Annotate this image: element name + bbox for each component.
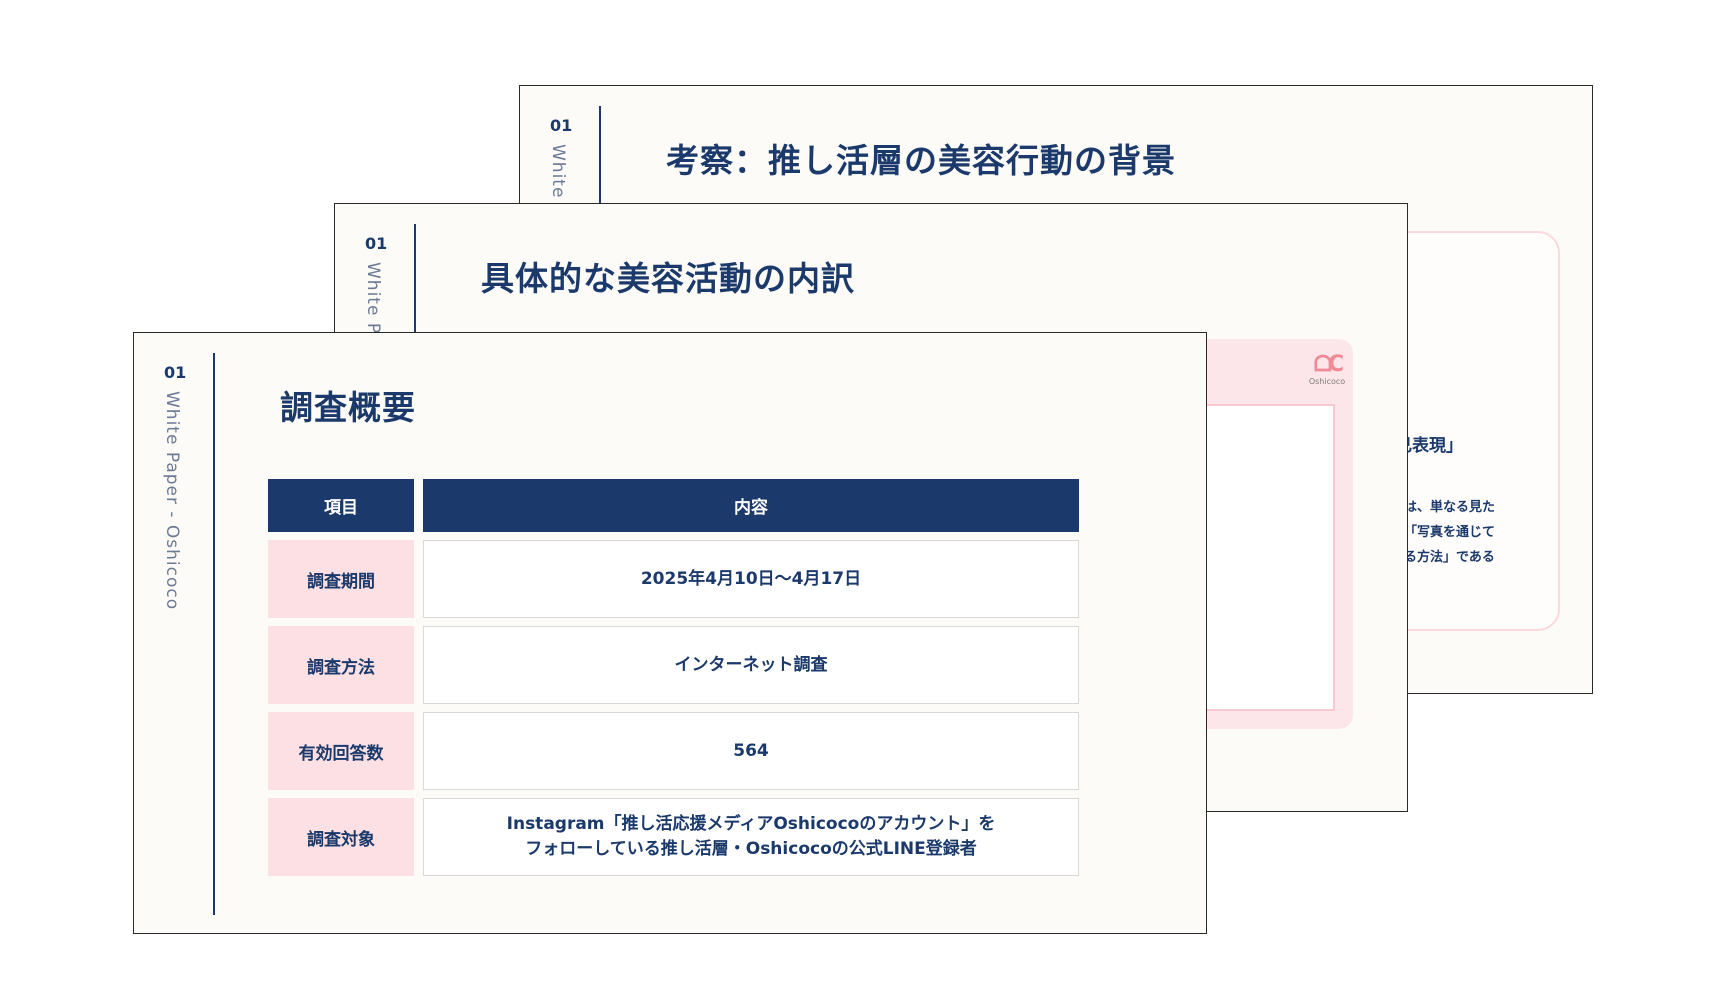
row-item: 調査期間 <box>268 540 414 618</box>
side-label: White Paper - Oshicoco <box>162 391 182 611</box>
slide-number: 01 <box>164 363 187 382</box>
card-line: る方法」である <box>1404 550 1495 565</box>
header-content: 内容 <box>423 479 1079 532</box>
slide-title: 調査概要 <box>280 388 416 427</box>
row-content-line: フォローしている推し活層・Oshicocoの公式LINE登録者 <box>525 839 977 859</box>
row-content: Instagram「推し活応援メディアOshicocoのアカウント」を フォロー… <box>423 798 1079 876</box>
row-content: 2025年4月10日〜4月17日 <box>423 540 1079 618</box>
logo-mark-icon: ᗝC <box>1313 352 1344 377</box>
row-item: 調査対象 <box>268 798 414 876</box>
row-item: 有効回答数 <box>268 712 414 790</box>
header-item: 項目 <box>268 479 414 532</box>
slide-number: 01 <box>550 116 573 135</box>
card-line: 「写真を通じて <box>1404 525 1496 540</box>
card-line: は、単なる見た <box>1404 500 1496 515</box>
row-content: 564 <box>423 712 1079 790</box>
row-content-line: Instagram「推し活応援メディアOshicocoのアカウント」を <box>506 814 996 834</box>
slide-number: 01 <box>365 234 388 253</box>
side-rule <box>213 353 215 915</box>
slide-title: 具体的な美容活動の内訳 <box>481 259 855 298</box>
row-content: インターネット調査 <box>423 626 1079 704</box>
logo-text: Oshicoco <box>1308 377 1346 386</box>
slide-front: 01 White Paper - Oshicoco 調査概要 項目 内容 調査期… <box>133 332 1207 934</box>
row-item: 調査方法 <box>268 626 414 704</box>
slide-title: 考察：推し活層の美容行動の背景 <box>666 141 1176 180</box>
oshicoco-logo: ᗝC Oshicoco <box>1307 352 1347 387</box>
